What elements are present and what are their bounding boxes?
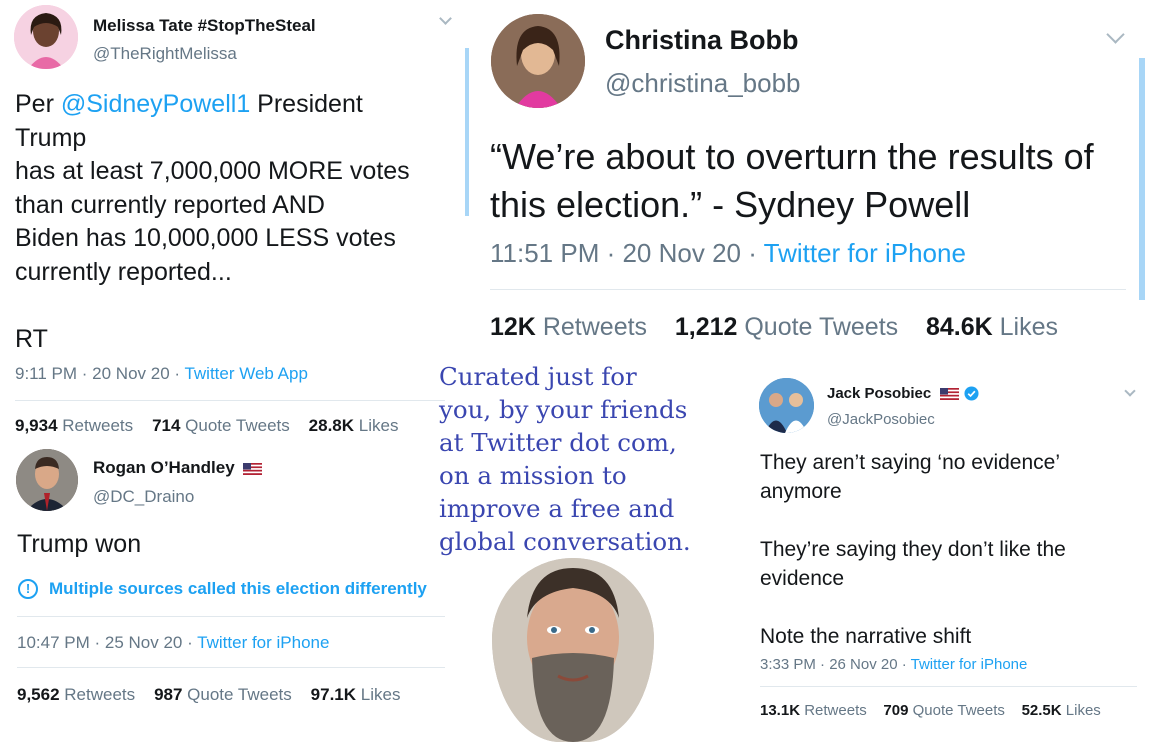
election-notice[interactable]: ! Multiple sources called this election … [18, 579, 427, 599]
avatar-portrait-icon [759, 378, 814, 433]
us-flag-icon [940, 387, 960, 400]
display-name-text[interactable]: Jack Posobiec [827, 385, 931, 402]
tweet-rogan: Rogan O’Handley @DC_Draino Trump won ! M… [0, 446, 460, 742]
display-name[interactable]: Christina Bobb [605, 25, 799, 56]
display-name[interactable]: Melissa Tate #StopTheSteal [93, 16, 316, 36]
tweet-stats: 9,562 Retweets 987 Quote Tweets 97.1K Li… [17, 685, 400, 705]
quote-label[interactable]: Quote Tweets [185, 416, 290, 435]
divider [17, 667, 445, 668]
divider [760, 686, 1137, 687]
quote-label[interactable]: Quote Tweets [187, 685, 292, 704]
chevron-down-icon[interactable] [439, 12, 452, 25]
tweet-timestamp[interactable]: 3:33 PM · 26 Nov 20 · [760, 656, 911, 673]
caption-text: Curated just for you, by your friends at… [439, 362, 691, 556]
like-label[interactable]: Likes [1066, 702, 1101, 719]
quote-count[interactable]: 709 [883, 702, 908, 719]
divider [17, 616, 445, 617]
retweet-count[interactable]: 13.1K [760, 702, 800, 719]
notice-text[interactable]: Multiple sources called this election di… [49, 579, 427, 599]
portrait-image [492, 558, 654, 742]
tweet-text: “We’re about to overturn the results of … [490, 136, 1094, 225]
avatar[interactable] [759, 378, 814, 433]
retweet-count[interactable]: 9,562 [17, 685, 60, 704]
avatar[interactable] [491, 14, 585, 108]
chevron-down-icon[interactable] [1106, 25, 1125, 44]
exclamation-circle-icon: ! [18, 579, 38, 599]
quote-count[interactable]: 987 [154, 685, 182, 704]
quote-label[interactable]: Quote Tweets [744, 313, 898, 341]
mention-link[interactable]: @SidneyPowell1 [61, 90, 250, 118]
scrollbar[interactable] [1139, 58, 1145, 300]
user-handle[interactable]: @christina_bobb [605, 68, 801, 99]
avatar[interactable] [14, 5, 78, 69]
user-handle[interactable]: @DC_Draino [93, 487, 194, 507]
like-label[interactable]: Likes [359, 416, 399, 435]
tweet-melissa: Melissa Tate #StopTheSteal @TheRightMeli… [0, 0, 460, 445]
verified-badge-icon [964, 386, 979, 401]
like-label[interactable]: Likes [1000, 313, 1058, 341]
like-count[interactable]: 97.1K [311, 685, 356, 704]
retweet-count[interactable]: 9,934 [15, 416, 58, 435]
retweet-label[interactable]: Retweets [543, 313, 647, 341]
like-count[interactable]: 84.6K [926, 313, 993, 341]
tweet-meta: 3:33 PM · 26 Nov 20 · Twitter for iPhone [760, 656, 1027, 673]
portrait-face-icon [492, 558, 654, 742]
divider [490, 289, 1126, 290]
tweet-timestamp[interactable]: 11:51 PM · 20 Nov 20 · [490, 238, 764, 268]
avatar-portrait-icon [14, 5, 78, 69]
tweet-meta: 10:47 PM · 25 Nov 20 · Twitter for iPhon… [17, 633, 329, 653]
tweet-text-rest: President Trump has at least 7,000,000 M… [15, 90, 410, 354]
tweet-stats: 12K Retweets 1,212 Quote Tweets 84.6K Li… [490, 313, 1058, 342]
user-handle[interactable]: @JackPosobiec [827, 411, 935, 428]
tweet-text: Per @SidneyPowell1 President Trump has a… [15, 88, 445, 357]
like-count[interactable]: 28.8K [309, 416, 354, 435]
quote-count[interactable]: 1,212 [675, 313, 738, 341]
tweet-text-prefix: Per [15, 90, 61, 118]
tweet-jack: Jack Posobiec @JackPosobiec They aren’t … [745, 375, 1161, 742]
retweet-label[interactable]: Retweets [804, 702, 867, 719]
like-label[interactable]: Likes [361, 685, 401, 704]
display-name-text[interactable]: Rogan O’Handley [93, 458, 235, 477]
chevron-down-icon[interactable] [1124, 385, 1136, 397]
thread-line [465, 48, 469, 216]
avatar-portrait-icon [491, 14, 585, 108]
tweet-stats: 9,934 Retweets 714 Quote Tweets 28.8K Li… [15, 416, 398, 436]
retweet-count[interactable]: 12K [490, 313, 536, 341]
avatar[interactable] [16, 449, 78, 511]
us-flag-icon [243, 462, 263, 475]
tweet-source[interactable]: Twitter for iPhone [764, 238, 966, 268]
display-name[interactable]: Jack Posobiec [827, 385, 979, 402]
retweet-label[interactable]: Retweets [62, 416, 133, 435]
quote-count[interactable]: 714 [152, 416, 180, 435]
tweet-timestamp[interactable]: 10:47 PM · 25 Nov 20 · [17, 633, 197, 652]
tweet-source[interactable]: Twitter for iPhone [197, 633, 329, 652]
display-name[interactable]: Rogan O’Handley [93, 458, 263, 478]
divider [15, 400, 445, 401]
tweet-christina: Christina Bobb @christina_bobb “We’re ab… [465, 0, 1161, 362]
tweet-text: They aren’t saying ‘no evidence’ anymore… [760, 451, 1066, 648]
like-count[interactable]: 52.5K [1022, 702, 1062, 719]
user-handle[interactable]: @TheRightMelissa [93, 44, 237, 64]
tweet-stats: 13.1K Retweets 709 Quote Tweets 52.5K Li… [760, 702, 1101, 719]
tweet-timestamp[interactable]: 9:11 PM · 20 Nov 20 · [15, 364, 184, 383]
avatar-portrait-icon [16, 449, 78, 511]
tweet-meta: 9:11 PM · 20 Nov 20 · Twitter Web App [15, 364, 308, 384]
tweet-meta: 11:51 PM · 20 Nov 20 · Twitter for iPhon… [490, 238, 966, 269]
tweet-text: Trump won [17, 530, 142, 558]
retweet-label[interactable]: Retweets [64, 685, 135, 704]
tweet-source[interactable]: Twitter Web App [184, 364, 307, 383]
tweet-source[interactable]: Twitter for iPhone [911, 656, 1028, 673]
quote-label[interactable]: Quote Tweets [913, 702, 1005, 719]
